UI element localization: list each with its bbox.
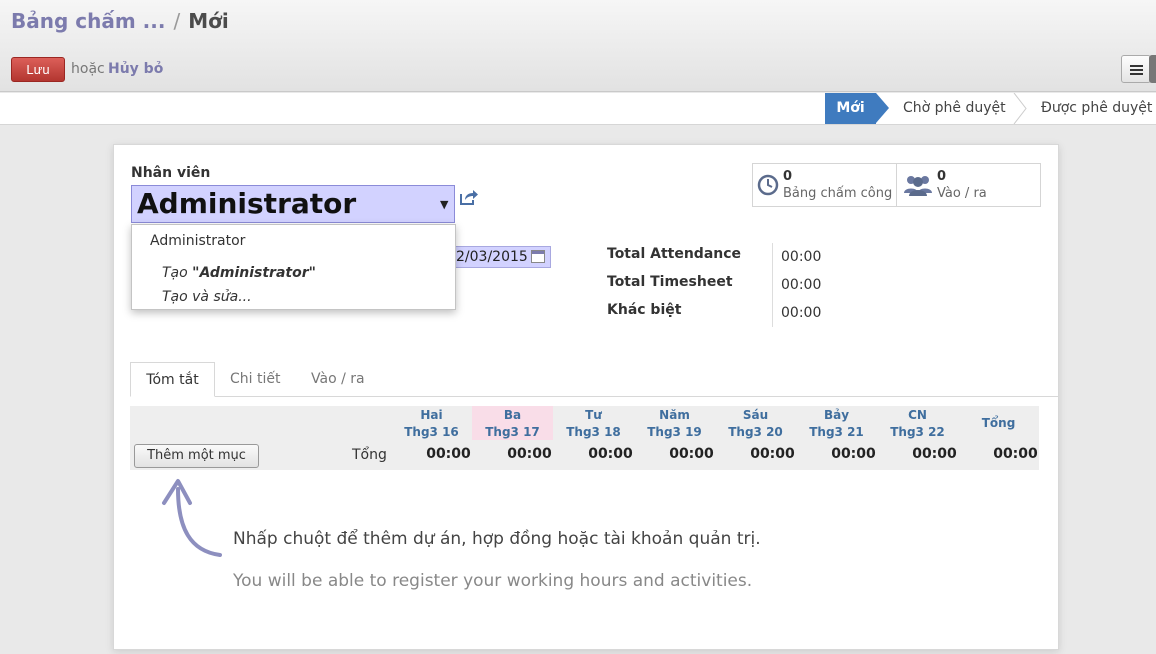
users-icon: [904, 176, 932, 196]
control-panel: Bảng chấm ... / Mới Lưu hoặc Hủy bỏ: [0, 0, 1156, 92]
attendance-count: 0: [937, 169, 947, 184]
dropdown-create-edit-option[interactable]: Tạo và sửa...: [162, 289, 252, 305]
day-name: Ba: [503, 408, 522, 422]
day-date: Thg3 16: [404, 425, 459, 439]
timesheet-count: 0: [783, 169, 793, 184]
external-link-icon[interactable]: [459, 188, 479, 206]
day-date: Thg3 22: [890, 425, 945, 439]
row-total-label: Tổng: [352, 447, 387, 463]
day-name: Sáu: [742, 408, 769, 422]
curved-arrow-icon: [162, 479, 222, 557]
tab-attendances[interactable]: Vào / ra: [311, 371, 365, 387]
date-value: 2/03/2015: [456, 249, 528, 265]
attendance-label: Vào / ra: [937, 186, 987, 201]
day-header: Tư Thg3 18: [553, 407, 634, 441]
or-text: hoặc: [71, 61, 105, 77]
day-header: Bảy Thg3 21: [796, 407, 877, 441]
day-total-value: 00:00: [588, 446, 633, 462]
smart-buttons: 0 Bảng chấm công 0 Vào / ra: [752, 163, 1041, 207]
day-total-value: 00:00: [831, 446, 876, 462]
add-line-button[interactable]: Thêm một mục: [134, 444, 259, 468]
dropdown-item-administrator[interactable]: Administrator: [150, 233, 245, 249]
breadcrumb-current: Mới: [188, 9, 229, 33]
timesheet-label: Bảng chấm công: [783, 186, 893, 201]
difference-value: 00:00: [781, 305, 822, 321]
tab-details[interactable]: Chi tiết: [230, 371, 280, 387]
day-header: Hai Thg3 16: [391, 407, 472, 441]
dropdown-create-option[interactable]: Tạo "Administrator": [162, 265, 316, 281]
difference-label: Khác biệt: [607, 302, 682, 318]
employee-autocomplete-dropdown: Administrator Tạo "Administrator" Tạo và…: [131, 224, 456, 310]
day-date: Thg3 17: [485, 425, 540, 439]
breadcrumb: Bảng chấm ... / Mới: [11, 9, 229, 33]
day-total-value: 00:00: [426, 446, 471, 462]
stage-approved[interactable]: Được phê duyệt: [1041, 93, 1152, 124]
tab-summary[interactable]: Tóm tắt: [130, 362, 215, 397]
stage-separator-icon: [1013, 93, 1027, 124]
day-header: Ba Thg3 17: [472, 407, 553, 441]
stage-new[interactable]: Mới: [825, 93, 876, 124]
breadcrumb-parent-link[interactable]: Bảng chấm ...: [11, 9, 165, 33]
day-name: CN: [908, 408, 927, 422]
day-name: Bảy: [823, 408, 850, 422]
grand-total-value: 00:00: [993, 446, 1038, 462]
totals-divider: [772, 243, 773, 327]
hint-secondary: You will be able to register your workin…: [233, 571, 753, 591]
total-header: Tổng: [981, 416, 1016, 430]
employee-input[interactable]: Administrator: [131, 185, 455, 223]
total-attendance-value: 00:00: [781, 249, 822, 265]
day-date: Thg3 18: [566, 425, 621, 439]
caret-down-icon[interactable]: ▼: [440, 198, 448, 211]
total-timesheet-label: Total Timesheet: [607, 274, 733, 290]
total-timesheet-value: 00:00: [781, 277, 822, 293]
clock-icon: [757, 174, 779, 196]
day-name: Hai: [420, 408, 443, 422]
total-attendance-label: Total Attendance: [607, 246, 742, 262]
status-bar: Mới Chờ phê duyệt Được phê duyệt: [0, 93, 1156, 125]
list-view-button[interactable]: [1121, 55, 1151, 83]
day-total-value: 00:00: [750, 446, 795, 462]
timesheet-smart-button[interactable]: 0 Bảng chấm công: [753, 164, 897, 206]
employee-label: Nhân viên: [131, 165, 211, 181]
hint-primary: Nhấp chuột để thêm dự án, hợp đồng hoặc …: [233, 529, 761, 549]
discard-link[interactable]: Hủy bỏ: [108, 61, 163, 77]
day-header: Sáu Thg3 20: [715, 407, 796, 441]
day-date: Thg3 20: [728, 425, 783, 439]
breadcrumb-separator: /: [173, 9, 181, 33]
attendance-smart-button[interactable]: 0 Vào / ra: [897, 164, 1040, 206]
tabs-border: [130, 396, 1058, 397]
create-value: "Administrator": [192, 265, 316, 281]
day-date: Thg3 21: [809, 425, 864, 439]
stage-arrow: [876, 93, 889, 123]
day-name: Năm: [659, 408, 690, 422]
stage-waiting-approval[interactable]: Chờ phê duyệt: [903, 93, 1006, 124]
day-total-value: 00:00: [507, 446, 552, 462]
day-header: Năm Thg3 19: [634, 407, 715, 441]
day-header: CN Thg3 22: [877, 407, 958, 441]
form-view-button[interactable]: [1149, 55, 1156, 83]
day-total-value: 00:00: [669, 446, 714, 462]
calendar-icon[interactable]: [531, 250, 545, 263]
day-name: Tư: [585, 408, 602, 422]
day-total-value: 00:00: [912, 446, 957, 462]
save-button[interactable]: Lưu: [11, 57, 65, 82]
create-prefix: Tạo: [162, 265, 193, 281]
day-date: Thg3 19: [647, 425, 702, 439]
